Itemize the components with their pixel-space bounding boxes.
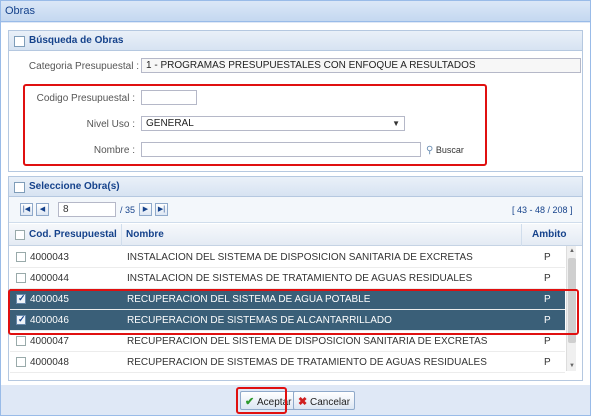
row-checkbox[interactable]	[16, 336, 26, 346]
select-all-checkbox[interactable]	[15, 230, 25, 240]
cell-name: INSTALACION DEL SISTEMA DE DISPOSICION S…	[127, 252, 473, 263]
select-fieldset: Seleccione Obra(s) |◀ ◀ 8 / 35 ▶ ▶| [ 43…	[8, 176, 583, 381]
pager-toolbar: |◀ ◀ 8 / 35 ▶ ▶| [ 43 - 48 / 208 ]	[9, 197, 582, 223]
column-divider	[521, 224, 522, 246]
record-range: [ 43 - 48 / 208 ]	[512, 205, 573, 215]
col-header-code[interactable]: Cod. Presupuestal	[29, 229, 117, 240]
select-fieldset-title: Seleccione Obra(s)	[29, 181, 120, 192]
col-header-name[interactable]: Nombre	[126, 229, 164, 240]
search-fieldset: Búsqueda de Obras Categoria Presupuestal…	[8, 30, 583, 172]
cell-scope: P	[544, 336, 551, 347]
table-row[interactable]: 4000044 INSTALACION DE SISTEMAS DE TRATAM…	[10, 268, 565, 289]
cell-name: RECUPERACION DE SISTEMAS DE TRATAMIENTO …	[127, 357, 487, 368]
search-collapse-checkbox[interactable]	[14, 36, 25, 47]
table-row[interactable]: 4000048 RECUPERACION DE SISTEMAS DE TRATA…	[10, 352, 565, 373]
cell-name: INSTALACION DE SISTEMAS DE TRATAMIENTO D…	[127, 273, 473, 284]
search-fieldset-header: Búsqueda de Obras	[9, 31, 582, 51]
window-title: Obras	[5, 5, 35, 17]
select-collapse-checkbox[interactable]	[14, 182, 25, 193]
column-divider	[121, 224, 122, 246]
cell-code: 4000044	[30, 273, 69, 284]
cell-scope: P	[544, 357, 551, 368]
row-checkbox[interactable]	[16, 252, 26, 262]
scroll-up-icon[interactable]: ▲	[567, 246, 577, 256]
row-checkbox[interactable]	[16, 357, 26, 367]
first-page-icon[interactable]: |◀	[20, 203, 33, 216]
search-fieldset-title: Búsqueda de Obras	[29, 35, 124, 46]
scroll-down-icon[interactable]: ▼	[567, 361, 577, 371]
obras-window: Obras Búsqueda de Obras Categoria Presup…	[0, 0, 591, 416]
cancel-label: Cancelar	[310, 397, 351, 408]
cell-name: RECUPERACION DEL SISTEMA DE DISPOSICION …	[127, 336, 488, 347]
cell-scope: P	[544, 252, 551, 263]
col-header-scope[interactable]: Ambito	[532, 229, 566, 240]
cell-code: 4000047	[30, 336, 69, 347]
page-total: / 35	[120, 205, 136, 215]
cell-scope: P	[544, 273, 551, 284]
cell-code: 4000048	[30, 357, 69, 368]
page-number-input[interactable]: 8	[58, 202, 116, 217]
highlight-selected-rows	[8, 289, 579, 335]
last-page-icon[interactable]: ▶|	[155, 203, 168, 216]
prev-page-icon[interactable]: ◀	[36, 203, 49, 216]
cancel-button[interactable]: ✖ Cancelar	[293, 391, 356, 410]
highlight-accept-button	[236, 387, 287, 414]
categoria-field: 1 - PROGRAMAS PRESUPUESTALES CON ENFOQUE…	[141, 58, 581, 73]
grid-header: Cod. Presupuestal Nombre Ambito	[9, 224, 582, 246]
table-row[interactable]: 4000043 INSTALACION DEL SISTEMA DE DISPOS…	[10, 247, 565, 268]
next-page-icon[interactable]: ▶	[139, 203, 152, 216]
row-checkbox[interactable]	[16, 273, 26, 283]
window-title-bar: Obras	[1, 1, 590, 22]
window-body: Búsqueda de Obras Categoria Presupuestal…	[1, 23, 590, 415]
cancel-x-icon: ✖	[298, 396, 308, 408]
select-fieldset-header: Seleccione Obra(s)	[9, 177, 582, 197]
categoria-label: Categoria Presupuestal :	[28, 61, 139, 72]
cell-code: 4000043	[30, 252, 69, 263]
highlight-search-fields	[23, 84, 487, 166]
dialog-footer: ✔ Aceptar ✖ Cancelar	[1, 385, 590, 415]
